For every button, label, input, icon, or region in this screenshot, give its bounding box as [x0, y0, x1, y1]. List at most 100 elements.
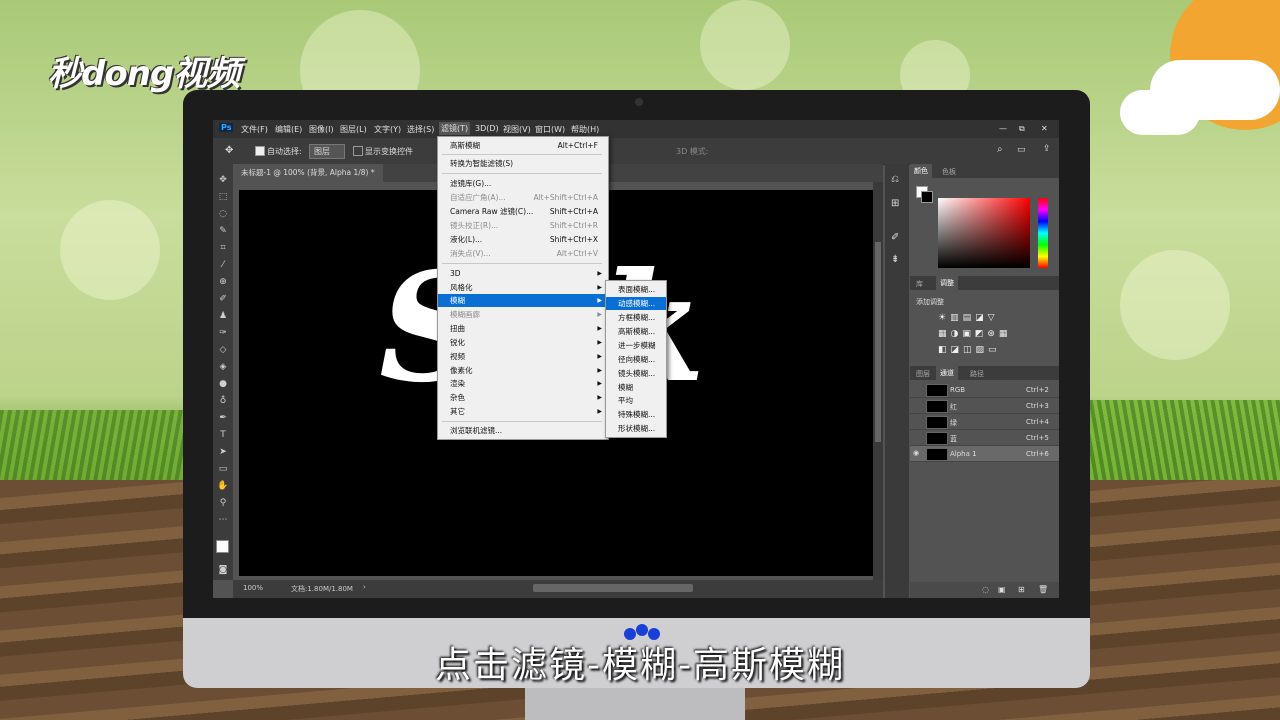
menu-item-filter-gallery[interactable]: 滤镜库(G)... [438, 177, 608, 190]
channel-row-blue[interactable]: 蓝 Ctrl+5 [910, 430, 1059, 446]
menu-item-adaptive-wide[interactable]: 自适应广角(A)... Alt+Shift+Ctrl+A [438, 191, 608, 204]
workspace-icon[interactable]: ▭ [1017, 145, 1026, 155]
menu-item-convert-smart[interactable]: 转换为智能滤镜(S) [438, 157, 608, 170]
tab-libraries[interactable]: 库 [916, 279, 923, 289]
tab-adjustments[interactable]: 调整 [936, 276, 958, 290]
menu-item-lens-correction[interactable]: 镜头校正(R)... Shift+Ctrl+R [438, 219, 608, 232]
color-picker-field[interactable] [938, 198, 1030, 268]
close-icon[interactable]: ✕ [1041, 124, 1048, 133]
channel-row-rgb[interactable]: RGB Ctrl+2 [910, 382, 1059, 398]
search-icon[interactable]: ⌕ [997, 144, 1003, 155]
eyedropper-icon[interactable]: ⁄ [217, 259, 229, 271]
channel-row-alpha1[interactable]: ◉ Alpha 1 Ctrl+6 [910, 446, 1059, 462]
menu-item-render[interactable]: 渲染 ▶ [438, 377, 608, 390]
hue-slider[interactable] [1038, 198, 1048, 268]
tab-channels[interactable]: 通道 [936, 366, 958, 380]
show-transform-checkbox[interactable] [353, 146, 363, 156]
more-tools-icon[interactable]: ⋯ [217, 514, 229, 526]
menu-item-vanishing-point[interactable]: 消失点(V)... Alt+Ctrl+V [438, 247, 608, 260]
auto-select-checkbox[interactable] [255, 146, 265, 156]
menu-item-camera-raw[interactable]: Camera Raw 滤镜(C)... Shift+Ctrl+A [438, 205, 608, 218]
menu-item-other[interactable]: 其它 ▶ [438, 405, 608, 418]
share-icon[interactable]: ⇪ [1043, 144, 1051, 154]
submenu-item-blur[interactable]: 模糊 [606, 381, 666, 394]
submenu-item-average[interactable]: 平均 [606, 394, 666, 407]
marquee-tool-icon[interactable]: ⬚ [217, 191, 229, 203]
quick-select-icon[interactable]: ✎ [217, 225, 229, 237]
type-tool-icon[interactable]: T [217, 429, 229, 441]
move-tool-icon[interactable]: ✥ [225, 145, 233, 156]
menu-item-browse-online[interactable]: 浏览联机滤镜... [438, 424, 608, 437]
document-tab[interactable]: 未标题-1 @ 100% (背景, Alpha 1/8) * [233, 164, 383, 182]
menu-item-pixelate[interactable]: 像素化 ▶ [438, 364, 608, 377]
crop-tool-icon[interactable]: ⌗ [217, 242, 229, 254]
minimize-icon[interactable]: — [999, 124, 1007, 133]
lasso-tool-icon[interactable]: ◌ [217, 208, 229, 220]
new-channel-icon[interactable]: ⊞ [1018, 585, 1025, 594]
menu-item-stylize[interactable]: 风格化 ▶ [438, 281, 608, 294]
menu-help[interactable]: 帮助(H) [571, 124, 599, 135]
pen-tool-icon[interactable]: ✒ [217, 412, 229, 424]
delete-channel-icon[interactable]: 🗑 [1038, 585, 1048, 594]
zoom-tool-icon[interactable]: ⚲ [217, 497, 229, 509]
menu-item-liquify[interactable]: 液化(L)... Shift+Ctrl+X [438, 233, 608, 246]
submenu-item-radial-blur[interactable]: 径向模糊... [606, 353, 666, 366]
load-selection-icon[interactable]: ◌ [982, 585, 989, 594]
restore-icon[interactable]: ⧉ [1019, 124, 1025, 134]
horizontal-scrollbar[interactable] [533, 584, 693, 592]
scroll-thumb[interactable] [875, 242, 881, 442]
history-brush-icon[interactable]: ✑ [217, 327, 229, 339]
menu-edit[interactable]: 编辑(E) [275, 124, 302, 135]
tab-color[interactable]: 颜色 [910, 164, 932, 178]
menu-image[interactable]: 图像(I) [309, 124, 334, 135]
vertical-scrollbar[interactable] [873, 182, 883, 580]
menu-3d[interactable]: 3D(D) [475, 124, 499, 133]
color-swatches[interactable] [216, 540, 229, 553]
menu-file[interactable]: 文件(F) [241, 124, 268, 135]
menu-window[interactable]: 窗口(W) [535, 124, 565, 135]
adjust-panel-icon[interactable]: ⇟ [891, 254, 899, 265]
menu-view[interactable]: 视图(V) [503, 124, 531, 135]
menu-item-noise[interactable]: 杂色 ▶ [438, 391, 608, 404]
channel-row-green[interactable]: 绿 Ctrl+4 [910, 414, 1059, 430]
submenu-item-lens-blur[interactable]: 镜头模糊... [606, 367, 666, 380]
dodge-tool-icon[interactable]: ♁ [217, 395, 229, 407]
submenu-item-surface-blur[interactable]: 表面模糊... [606, 283, 666, 296]
submenu-item-box-blur[interactable]: 方框模糊... [606, 311, 666, 324]
menu-filter[interactable]: 滤镜(T) [439, 122, 471, 135]
tab-swatches[interactable]: 色板 [942, 167, 956, 177]
brush-tool-icon[interactable]: ✐ [217, 293, 229, 305]
menu-layer[interactable]: 图层(L) [340, 124, 367, 135]
visibility-eye-icon[interactable]: ◉ [913, 449, 919, 457]
submenu-item-blur-more[interactable]: 进一步模糊 [606, 339, 666, 352]
channel-row-red[interactable]: 红 Ctrl+3 [910, 398, 1059, 414]
menu-item-3d[interactable]: 3D ▶ [438, 267, 608, 280]
gradient-tool-icon[interactable]: ◈ [217, 361, 229, 373]
submenu-item-shape-blur[interactable]: 形状模糊... [606, 422, 666, 435]
move-tool-icon[interactable]: ✥ [217, 174, 229, 186]
quick-mask-icon[interactable]: ◙ [217, 564, 229, 576]
rectangle-tool-icon[interactable]: ▭ [217, 463, 229, 475]
menu-item-video[interactable]: 视频 ▶ [438, 350, 608, 363]
stamp-tool-icon[interactable]: ♟ [217, 310, 229, 322]
menu-item-sharpen[interactable]: 锐化 ▶ [438, 336, 608, 349]
healing-brush-icon[interactable]: ⊕ [217, 276, 229, 288]
properties-icon[interactable]: ⊞ [891, 198, 899, 209]
status-arrow-icon[interactable]: › [363, 583, 366, 591]
menu-item-distort[interactable]: 扭曲 ▶ [438, 322, 608, 335]
hand-tool-icon[interactable]: ✋ [217, 480, 229, 492]
history-icon[interactable]: ⎌ [891, 174, 899, 185]
path-select-icon[interactable]: ➤ [217, 446, 229, 458]
tab-paths[interactable]: 路径 [970, 369, 984, 379]
blur-tool-icon[interactable]: ● [217, 378, 229, 390]
brush-panel-icon[interactable]: ✐ [891, 232, 899, 243]
menu-item-last-filter[interactable]: 高斯模糊 Alt+Ctrl+F [438, 139, 608, 152]
background-color-swatch[interactable] [921, 191, 933, 203]
submenu-item-motion-blur[interactable]: 动感模糊... [606, 297, 666, 310]
menu-type[interactable]: 文字(Y) [374, 124, 401, 135]
menu-item-blur-gallery[interactable]: 模糊画廊 ▶ [438, 308, 608, 321]
menu-item-blur[interactable]: 模糊 ▶ [438, 294, 608, 307]
tab-layers[interactable]: 图层 [916, 369, 930, 379]
menu-select[interactable]: 选择(S) [407, 124, 434, 135]
save-selection-icon[interactable]: ▣ [998, 585, 1006, 594]
